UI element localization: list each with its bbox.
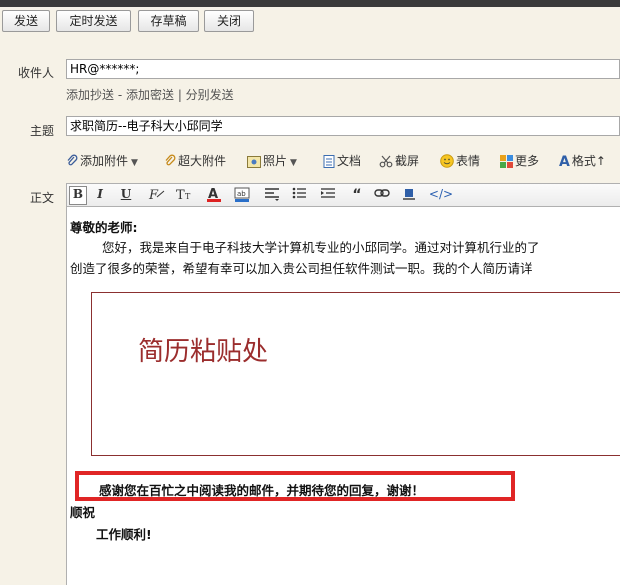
to-field[interactable]: HR@******; — [66, 59, 620, 79]
link-icon[interactable] — [373, 187, 391, 204]
body-label: 正文 — [30, 191, 55, 205]
separator: - — [114, 88, 126, 102]
emoji-button[interactable]: 表情 — [440, 152, 480, 171]
add-bcc-link[interactable]: 添加密送 — [126, 88, 174, 102]
bold-button[interactable]: B — [69, 186, 87, 205]
paperclip-icon — [66, 154, 78, 171]
svg-text:T: T — [176, 188, 185, 201]
screenshot-button[interactable]: 截屏 — [379, 152, 419, 171]
photo-label: 照片 — [263, 154, 288, 168]
closing-text: 顺祝 — [70, 505, 96, 520]
close-button[interactable]: 关闭 — [204, 10, 254, 32]
font-a-icon: A — [559, 154, 570, 170]
add-attachment-button[interactable]: 添加附件 ▼ — [66, 152, 138, 171]
scheduled-send-button[interactable]: 定时发送 — [56, 10, 131, 32]
screenshot-label: 截屏 — [395, 154, 420, 168]
chevron-down-icon[interactable]: ▼ — [290, 158, 297, 168]
body-paragraph-line-1: 您好，我是来自于电子科技大学计算机专业的小邱同学。通过对计算机行业的了 — [102, 240, 540, 255]
large-attachment-label: 超大附件 — [178, 154, 227, 168]
underline-button[interactable]: U — [119, 187, 133, 204]
quote-icon[interactable]: “ — [349, 187, 365, 204]
format-label: 格式 — [571, 154, 596, 168]
subject-field[interactable]: 求职简历--电子科大小邱同学 — [66, 116, 620, 136]
document-button[interactable]: 文档 — [323, 152, 361, 171]
paperclip-icon — [164, 154, 176, 171]
grid-icon — [500, 155, 513, 171]
add-attachment-label: 添加附件 — [80, 154, 129, 168]
window-top-bar — [0, 0, 620, 7]
separator: | — [174, 88, 186, 102]
to-label: 收件人 — [18, 66, 55, 80]
recipient-options: 添加抄送 - 添加密送 | 分别发送 — [66, 86, 234, 103]
greeting-text: 尊敬的老师: — [70, 220, 138, 235]
font-family-icon[interactable]: F — [147, 187, 167, 204]
large-attachment-button[interactable]: 超大附件 — [164, 152, 226, 171]
align-icon[interactable] — [263, 187, 281, 204]
clear-format-icon[interactable] — [401, 187, 417, 204]
svg-text:ab: ab — [237, 190, 246, 198]
italic-button[interactable]: I — [93, 187, 107, 204]
photo-icon — [247, 156, 261, 171]
format-toolbar: B I U F TT A ab “ </> — [66, 183, 620, 207]
split-send-link[interactable]: 分别发送 — [186, 88, 234, 102]
smiley-icon — [440, 154, 454, 171]
more-label: 更多 — [515, 154, 540, 168]
body-paragraph-line-2: 创造了很多的荣誉，希望有幸可以加入贵公司担任软件测试一职。我的个人简历请详 — [70, 261, 533, 276]
document-icon — [323, 155, 335, 171]
photo-button[interactable]: 照片 ▼ — [247, 152, 297, 171]
scissors-icon — [379, 155, 393, 171]
emoji-label: 表情 — [456, 154, 481, 168]
subject-label: 主题 — [30, 124, 55, 138]
svg-text:F: F — [148, 188, 159, 201]
indent-icon[interactable] — [319, 187, 337, 204]
bulleted-list-icon[interactable] — [291, 187, 309, 204]
svg-text:T: T — [185, 192, 191, 201]
source-code-button[interactable]: </> — [427, 187, 455, 204]
resume-paste-area[interactable]: 简历粘贴处 — [91, 292, 620, 456]
font-size-icon[interactable]: TT — [175, 187, 195, 204]
highlight-color-icon[interactable]: ab — [233, 187, 251, 204]
save-draft-button[interactable]: 存草稿 — [138, 10, 199, 32]
compose-toolbar: 发送 定时发送 存草稿 关闭 — [0, 7, 620, 37]
resume-paste-placeholder: 简历粘贴处 — [138, 337, 269, 367]
font-color-icon[interactable]: A — [205, 187, 223, 204]
thanks-highlight-box: 感谢您在百忙之中阅读我的邮件，并期待您的回复，谢谢！ — [75, 471, 515, 501]
message-body-editor[interactable]: 尊敬的老师: 您好，我是来自于电子科技大学计算机专业的小邱同学。通过对计算机行业… — [66, 207, 620, 585]
wish-text: 工作顺利! — [96, 527, 152, 542]
add-cc-link[interactable]: 添加抄送 — [66, 88, 114, 102]
more-button[interactable]: 更多 — [500, 152, 539, 171]
document-label: 文档 — [337, 154, 362, 168]
thanks-text: 感谢您在百忙之中阅读我的邮件，并期待您的回复，谢谢！ — [99, 483, 425, 498]
format-button[interactable]: A 格式↑ — [559, 152, 606, 170]
chevron-down-icon[interactable]: ▼ — [131, 158, 138, 168]
arrow-up-icon: ↑ — [595, 154, 606, 168]
send-button[interactable]: 发送 — [2, 10, 50, 32]
